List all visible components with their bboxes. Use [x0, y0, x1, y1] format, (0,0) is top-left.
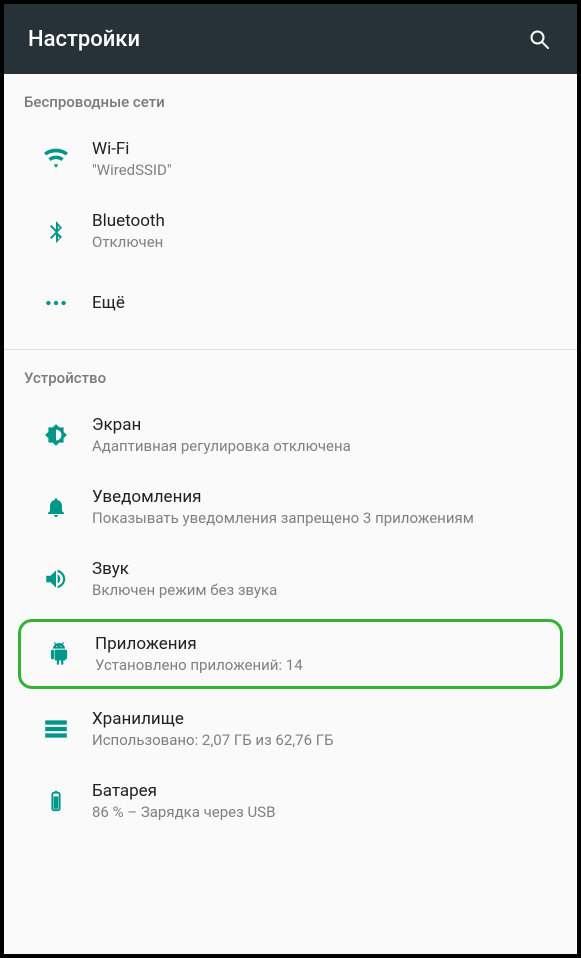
item-title: Хранилище: [92, 709, 561, 729]
more-icon: [20, 290, 92, 316]
item-subtitle: Установлено приложений: 14: [95, 656, 558, 674]
item-title: Уведомления: [92, 487, 561, 507]
settings-item-sound[interactable]: Звук Включен режим без звука: [4, 543, 577, 615]
apps-icon: [23, 641, 95, 667]
settings-list[interactable]: Беспроводные сети Wi-Fi "WiredSSID" Blue…: [4, 74, 577, 837]
item-title: Wi-Fi: [92, 139, 561, 159]
item-title: Ещё: [92, 293, 561, 313]
settings-item-apps[interactable]: Приложения Установлено приложений: 14: [21, 622, 560, 686]
section-header-device: Устройство: [4, 350, 577, 399]
settings-item-more[interactable]: Ещё: [4, 267, 577, 339]
item-subtitle: Отключен: [92, 233, 561, 251]
item-subtitle: Использовано: 2,07 ГБ из 62,76 ГБ: [92, 731, 561, 749]
settings-item-storage[interactable]: Хранилище Использовано: 2,07 ГБ из 62,76…: [4, 693, 577, 765]
item-title: Bluetooth: [92, 211, 561, 231]
volume-icon: [20, 566, 92, 592]
section-header-wireless: Беспроводные сети: [4, 74, 577, 123]
settings-item-display[interactable]: Экран Адаптивная регулировка отключена: [4, 399, 577, 471]
appbar: Настройки: [4, 4, 577, 74]
item-subtitle: "WiredSSID": [92, 161, 561, 179]
search-button[interactable]: [525, 25, 553, 53]
settings-item-battery[interactable]: Батарея 86 % – Зарядка через USB: [4, 765, 577, 837]
item-subtitle: Включен режим без звука: [92, 581, 561, 599]
item-title: Батарея: [92, 781, 561, 801]
highlighted-item: Приложения Установлено приложений: 14: [18, 619, 563, 689]
storage-icon: [20, 716, 92, 742]
settings-item-wifi[interactable]: Wi-Fi "WiredSSID": [4, 123, 577, 195]
settings-item-bluetooth[interactable]: Bluetooth Отключен: [4, 195, 577, 267]
item-title: Приложения: [95, 634, 558, 654]
bell-icon: [20, 494, 92, 520]
wifi-icon: [20, 146, 92, 172]
item-title: Звук: [92, 559, 561, 579]
brightness-icon: [20, 422, 92, 448]
item-title: Экран: [92, 415, 561, 435]
settings-screen: Настройки Беспроводные сети Wi-Fi "Wired…: [0, 0, 581, 958]
bluetooth-icon: [20, 218, 92, 244]
item-subtitle: 86 % – Зарядка через USB: [92, 803, 561, 821]
item-subtitle: Адаптивная регулировка отключена: [92, 437, 561, 455]
search-icon: [527, 27, 551, 51]
item-subtitle: Показывать уведомления запрещено 3 прило…: [92, 509, 561, 527]
settings-item-notifications[interactable]: Уведомления Показывать уведомления запре…: [4, 471, 577, 543]
battery-icon: [20, 787, 92, 815]
page-title: Настройки: [28, 27, 140, 52]
